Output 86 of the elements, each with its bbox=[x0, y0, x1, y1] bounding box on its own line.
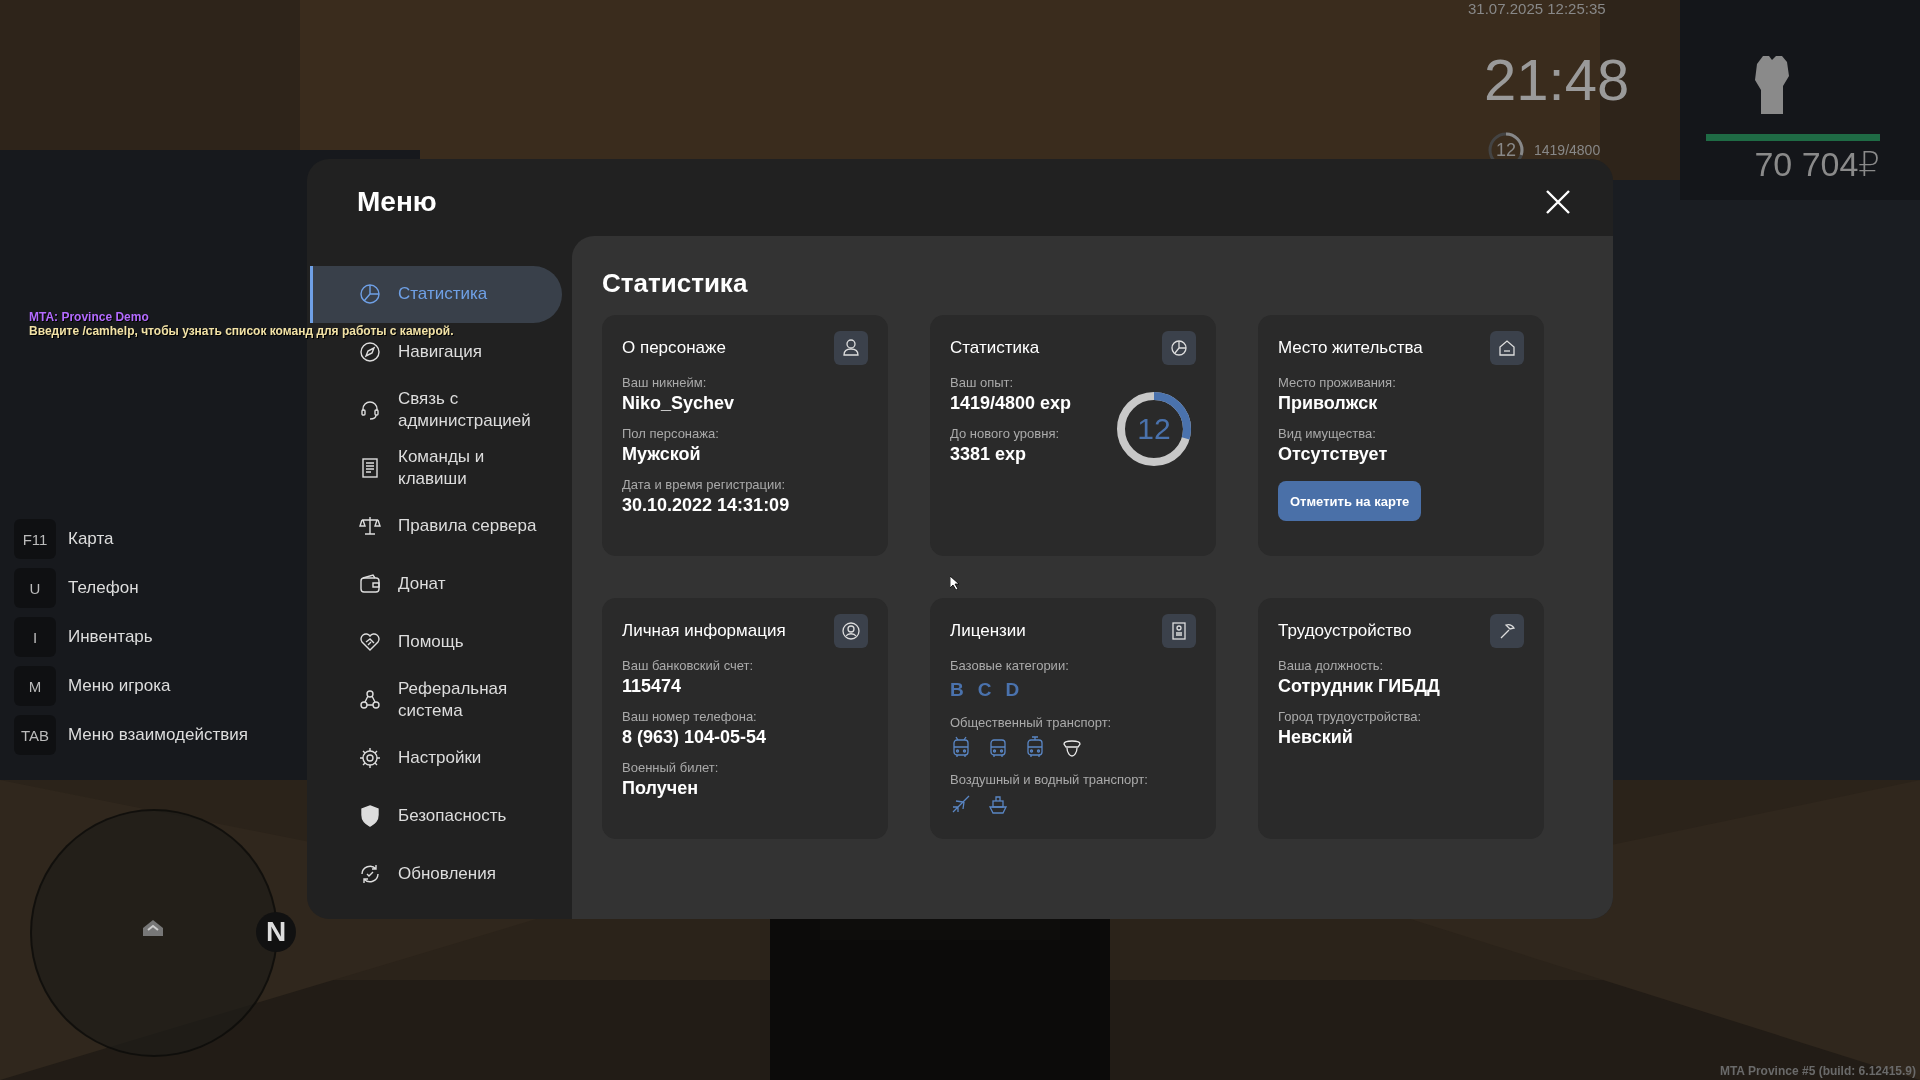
refresh-check-icon bbox=[358, 862, 382, 886]
hotkey-label: Телефон bbox=[68, 578, 139, 598]
license-category: C bbox=[977, 679, 992, 701]
field-label: Общественный транспорт: bbox=[950, 715, 1112, 730]
sidebar-item[interactable]: Команды и клавиши bbox=[310, 446, 562, 490]
mark-on-map-button[interactable]: Отметить на карте bbox=[1278, 481, 1422, 521]
field-label: Ваш опыт: bbox=[950, 375, 1014, 390]
field-value: Niko_Sychev bbox=[622, 393, 735, 414]
key-hint: TAB bbox=[14, 715, 56, 755]
scales-icon bbox=[358, 514, 382, 538]
wallet-icon bbox=[358, 572, 382, 596]
field-value: 30.10.2022 14:31:09 bbox=[622, 495, 790, 516]
money: 70 704₽ bbox=[1754, 144, 1880, 184]
field-label: Военный билет: bbox=[622, 760, 719, 775]
field-value: Сотрудник ГИБДД bbox=[1278, 676, 1440, 697]
hotkey-label: Инвентарь bbox=[68, 627, 153, 647]
headset-icon bbox=[358, 398, 382, 422]
level-number: 12 bbox=[1137, 412, 1171, 446]
level-number: 12 bbox=[1496, 140, 1516, 160]
chat-message: MTA: Province Demo bbox=[29, 310, 150, 324]
pie-chart-icon bbox=[358, 282, 382, 306]
sidebar-item[interactable]: Безопасность bbox=[310, 804, 562, 828]
shield-icon bbox=[358, 804, 382, 828]
hotkey-label: Меню игрока bbox=[68, 676, 171, 696]
experience: 1419/4800 bbox=[1534, 142, 1601, 158]
license-category: D bbox=[1005, 679, 1020, 701]
date-time: 31.07.2025 12:25:35 bbox=[1468, 0, 1606, 17]
sidebar-item[interactable]: Статистика bbox=[310, 265, 562, 323]
hammer-icon bbox=[1490, 614, 1524, 648]
sidebar-item[interactable]: Навигация bbox=[310, 340, 562, 364]
field-label: Ваш номер телефона: bbox=[622, 709, 757, 724]
hotkey-label: Карта bbox=[68, 529, 114, 549]
compass-icon bbox=[358, 340, 382, 364]
card-title: Личная информация bbox=[622, 621, 786, 641]
field-value: Отсутствует bbox=[1278, 444, 1388, 465]
field-value: Невский bbox=[1278, 727, 1353, 748]
id-card-icon bbox=[1162, 614, 1196, 648]
house-icon bbox=[1490, 331, 1524, 365]
key-hint: F11 bbox=[14, 519, 56, 559]
field-label: До нового уровня: bbox=[950, 426, 1060, 441]
build-info: MTA Province #5 (build: 6.12415.9) bbox=[1719, 1064, 1916, 1078]
field-value: 8 (963) 104-05-54 bbox=[622, 727, 767, 748]
field-value: 115474 bbox=[622, 676, 682, 697]
sidebar-item[interactable]: Реферальная система bbox=[310, 678, 562, 722]
field-label: Ваш никнейм: bbox=[622, 375, 707, 390]
card-title: О персонаже bbox=[622, 338, 726, 358]
page-title: Статистика bbox=[602, 268, 749, 299]
sidebar-item[interactable]: Правила сервера bbox=[310, 514, 562, 538]
sidebar-item[interactable]: Помощь bbox=[310, 630, 562, 654]
field-label: Ваша должность: bbox=[1278, 658, 1384, 673]
mouse-cursor-icon bbox=[950, 576, 960, 590]
card-title: Трудоустройство bbox=[1278, 621, 1412, 641]
field-value: 3381 exp bbox=[950, 444, 1027, 465]
person-icon bbox=[834, 331, 868, 365]
field-label: Вид имущества: bbox=[1278, 426, 1376, 441]
chat-message: Введите /camhelp, чтобы узнать список команд для работы с камерой. bbox=[29, 324, 454, 338]
hotkey-label: Меню взаимодействия bbox=[68, 725, 248, 745]
field-label: Пол персонажа: bbox=[622, 426, 719, 441]
close-button[interactable] bbox=[1545, 188, 1571, 215]
sidebar-item[interactable]: Донат bbox=[310, 572, 562, 596]
license-category: B bbox=[950, 679, 964, 701]
gear-icon bbox=[358, 746, 382, 770]
nodes-icon bbox=[358, 688, 382, 712]
menu-title: Меню bbox=[357, 185, 437, 218]
field-label: Дата и время регистрации: bbox=[622, 477, 786, 492]
sidebar-item[interactable]: Связь с администрацией bbox=[310, 388, 562, 432]
field-label: Воздушный и водный транспорт: bbox=[950, 772, 1148, 787]
field-value: Получен bbox=[622, 778, 699, 799]
field-value: 1419/4800 exp bbox=[950, 393, 1072, 414]
field-value: Приволжск bbox=[1278, 393, 1378, 414]
card-title: Статистика bbox=[950, 338, 1040, 358]
house-icon bbox=[141, 918, 165, 938]
field-value: Мужской bbox=[622, 444, 701, 465]
card-title: Место жительства bbox=[1278, 338, 1423, 358]
field-label: Город трудоустройства: bbox=[1278, 709, 1422, 724]
field-label: Ваш банковский счет: bbox=[622, 658, 754, 673]
key-hint: I bbox=[14, 617, 56, 657]
clock: 21:48 bbox=[1484, 46, 1630, 113]
key-hint: U bbox=[14, 568, 56, 608]
field-label: Базовые категории: bbox=[950, 658, 1069, 673]
sidebar-item[interactable]: Обновления bbox=[310, 862, 562, 886]
pie-chart-icon bbox=[1162, 331, 1196, 365]
card-title: Лицензии bbox=[950, 621, 1026, 641]
sidebar-item[interactable]: Настройки bbox=[310, 746, 562, 770]
field-label: Место проживания: bbox=[1278, 375, 1396, 390]
key-hint: M bbox=[14, 666, 56, 706]
